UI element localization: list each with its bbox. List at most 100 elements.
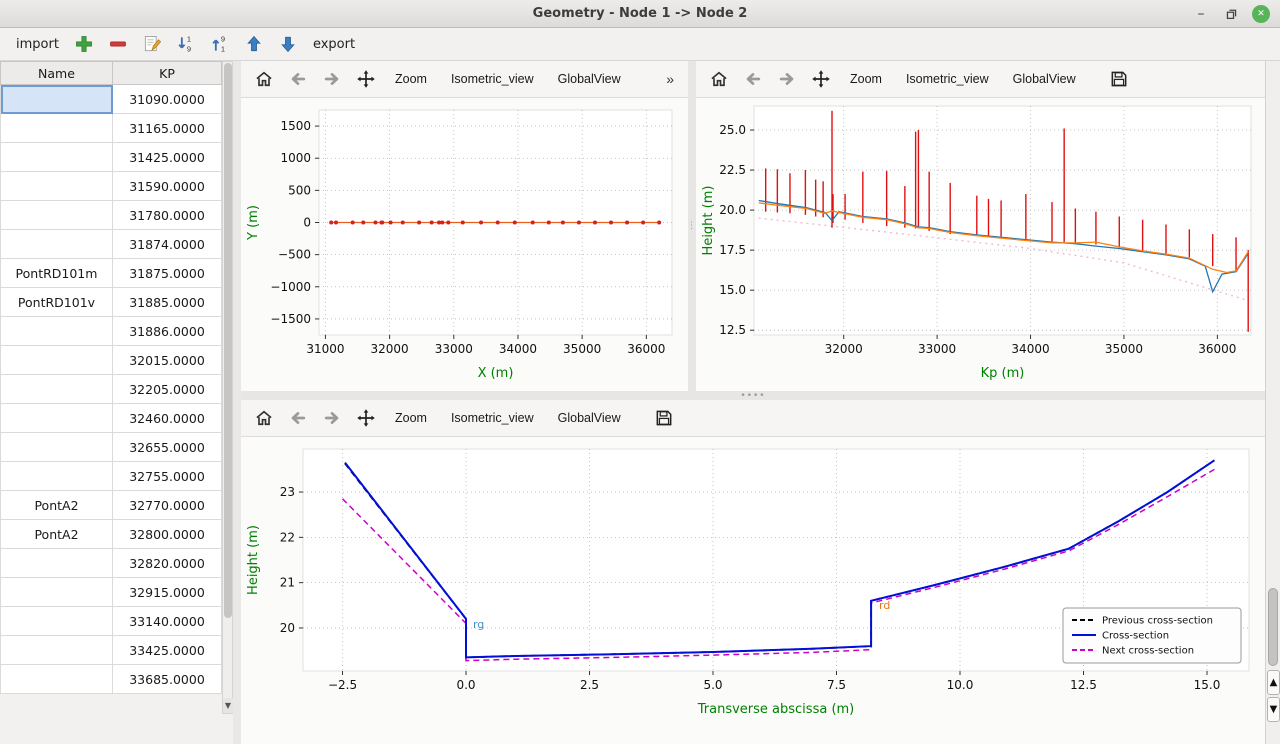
horizontal-splitter[interactable]: •••• [241,391,1265,400]
vertical-scrollbar[interactable]: ▲ ▼ [1265,61,1280,744]
name-cell[interactable] [1,201,113,230]
add-row-button[interactable] [71,31,97,57]
back-button[interactable] [738,66,768,92]
name-cell[interactable]: PontRD101v [1,288,113,317]
kp-cell[interactable]: 31874.0000 [113,230,222,259]
kp-cell[interactable]: 31590.0000 [113,172,222,201]
name-cell[interactable] [1,607,113,636]
close-button[interactable]: ✕ [1252,5,1270,23]
name-cell[interactable]: PontRD101m [1,259,113,288]
minimize-button[interactable]: – [1192,5,1210,23]
name-cell[interactable] [1,462,113,491]
cross-section-chart[interactable]: −2.50.02.55.07.510.012.515.020212223Tran… [241,437,1265,727]
remove-row-button[interactable] [105,31,131,57]
svg-text:20.0: 20.0 [719,203,746,217]
move-down-button[interactable] [275,31,301,57]
save-figure-button[interactable] [649,405,679,431]
name-cell[interactable] [1,143,113,172]
edit-button[interactable] [139,31,165,57]
profile-chart[interactable]: 320003300034000350003600012.515.017.520.… [696,98,1265,391]
scroll-up-button[interactable]: ▲ [1267,670,1280,695]
zoom-button[interactable]: Zoom [840,67,892,91]
forward-button[interactable] [772,66,802,92]
back-button[interactable] [283,66,313,92]
kp-cell[interactable]: 31425.0000 [113,143,222,172]
toolbar-overflow-button[interactable]: » [660,68,680,90]
global-view-button[interactable]: GlobalView [548,67,631,91]
kp-cell[interactable]: 32205.0000 [113,375,222,404]
plan-view-chart[interactable]: 310003200033000340003500036000−1500−1000… [241,98,688,391]
home-button[interactable] [249,66,279,92]
name-cell[interactable] [1,404,113,433]
kp-cell[interactable]: 32820.0000 [113,549,222,578]
name-cell[interactable] [1,317,113,346]
name-cell[interactable] [1,114,113,143]
kp-cell[interactable]: 32770.0000 [113,491,222,520]
sort-descending-button[interactable]: 19 [173,31,199,57]
svg-text:−500: −500 [278,248,311,262]
vertical-splitter[interactable]: ⋮ [688,61,696,391]
kp-cell[interactable]: 32800.0000 [113,520,222,549]
table-scrollbar[interactable]: ▼ [222,61,233,714]
export-button[interactable]: export [309,35,359,54]
home-button[interactable] [249,405,279,431]
kp-cell[interactable]: 31780.0000 [113,201,222,230]
kp-cell[interactable]: 31090.0000 [113,85,222,114]
kp-cell[interactable]: 31165.0000 [113,114,222,143]
column-header-name[interactable]: Name [1,62,113,85]
save-figure-button[interactable] [1104,66,1134,92]
scroll-down-button[interactable]: ▼ [1267,697,1280,722]
home-button[interactable] [704,66,734,92]
kp-cell[interactable]: 31875.0000 [113,259,222,288]
sort-ascending-button[interactable]: 91 [207,31,233,57]
window-controls: – ✕ [1192,0,1270,27]
svg-text:500: 500 [288,183,311,197]
isometric-view-button[interactable]: Isometric_view [441,67,544,91]
import-button[interactable]: import [12,35,63,54]
kp-cell[interactable]: 32015.0000 [113,346,222,375]
name-cell[interactable] [1,433,113,462]
name-cell[interactable]: PontA2 [1,491,113,520]
name-cell[interactable]: PontA2 [1,520,113,549]
isometric-view-button[interactable]: Isometric_view [896,67,999,91]
kp-cell[interactable]: 32460.0000 [113,404,222,433]
content-area: Name KP 31090.000031165.000031425.000031… [0,61,1280,744]
kp-cell[interactable]: 33140.0000 [113,607,222,636]
kp-cell[interactable]: 32655.0000 [113,433,222,462]
table-scroll-down-button[interactable]: ▼ [223,698,233,713]
kp-cell[interactable]: 31885.0000 [113,288,222,317]
column-header-kp[interactable]: KP [113,62,222,85]
name-cell[interactable] [1,549,113,578]
panel-splitter[interactable] [233,61,241,744]
table-scrollbar-thumb[interactable] [224,63,232,618]
kp-cell[interactable]: 33685.0000 [113,665,222,694]
move-up-button[interactable] [241,31,267,57]
pan-button[interactable] [351,66,381,92]
kp-cell[interactable]: 32915.0000 [113,578,222,607]
kp-cell[interactable]: 33425.0000 [113,636,222,665]
name-cell[interactable] [1,346,113,375]
name-cell[interactable] [1,636,113,665]
name-cell[interactable] [1,230,113,259]
kp-cell[interactable]: 32755.0000 [113,462,222,491]
forward-icon [777,69,797,89]
name-cell[interactable] [1,375,113,404]
table-row: PontRD101m31875.0000 [1,259,222,288]
pan-button[interactable] [351,405,381,431]
isometric-view-button[interactable]: Isometric_view [441,406,544,430]
forward-button[interactable] [317,405,347,431]
scrollbar-thumb[interactable] [1268,588,1278,666]
name-cell[interactable] [1,85,113,114]
global-view-button[interactable]: GlobalView [1003,67,1086,91]
pan-button[interactable] [806,66,836,92]
global-view-button[interactable]: GlobalView [548,406,631,430]
back-button[interactable] [283,405,313,431]
forward-button[interactable] [317,66,347,92]
restore-button[interactable] [1222,5,1240,23]
kp-cell[interactable]: 31886.0000 [113,317,222,346]
zoom-button[interactable]: Zoom [385,67,437,91]
zoom-button[interactable]: Zoom [385,406,437,430]
name-cell[interactable] [1,665,113,694]
name-cell[interactable] [1,172,113,201]
name-cell[interactable] [1,578,113,607]
